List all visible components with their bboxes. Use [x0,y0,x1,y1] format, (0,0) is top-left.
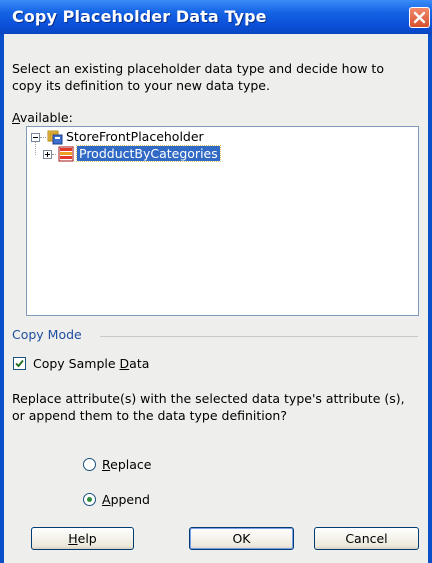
data-type-icon [58,146,74,162]
ok-button[interactable]: OK [189,527,294,550]
available-label: Available: [12,110,73,125]
dialog-title: Copy Placeholder Data Type [12,7,267,26]
close-button[interactable] [409,7,430,28]
tree-node-child-label[interactable]: ProdductByCategories [76,145,221,162]
datasource-icon [47,130,63,145]
help-button[interactable]: Help [31,527,134,550]
intro-text: Select an existing placeholder data type… [12,61,384,93]
replace-radio-label[interactable]: Replace [102,457,151,472]
cancel-button[interactable]: Cancel [314,527,419,550]
group-divider [100,336,418,337]
expand-toggle-icon[interactable] [43,150,52,159]
replace-question-text: Replace attribute(s) with the selected d… [12,391,405,423]
copy-mode-legend: Copy Mode [12,327,82,342]
dialog-window: Copy Placeholder Data Type Select an exi… [0,0,432,563]
available-tree[interactable]: StoreFrontPlaceholder ProdductByCategori… [26,126,419,316]
copy-sample-data-checkbox[interactable] [13,357,26,370]
replace-radio[interactable] [83,458,96,471]
tree-node-root-label[interactable]: StoreFrontPlaceholder [66,129,204,144]
append-radio[interactable] [83,493,96,506]
checkmark-icon [15,359,24,368]
collapse-toggle-icon[interactable] [31,133,40,142]
append-radio-label[interactable]: Append [102,492,150,507]
close-icon [413,11,426,24]
dialog-body: Select an existing placeholder data type… [4,34,428,563]
copy-sample-data-label[interactable]: Copy Sample Data [33,356,149,371]
title-bar[interactable]: Copy Placeholder Data Type [0,0,432,34]
